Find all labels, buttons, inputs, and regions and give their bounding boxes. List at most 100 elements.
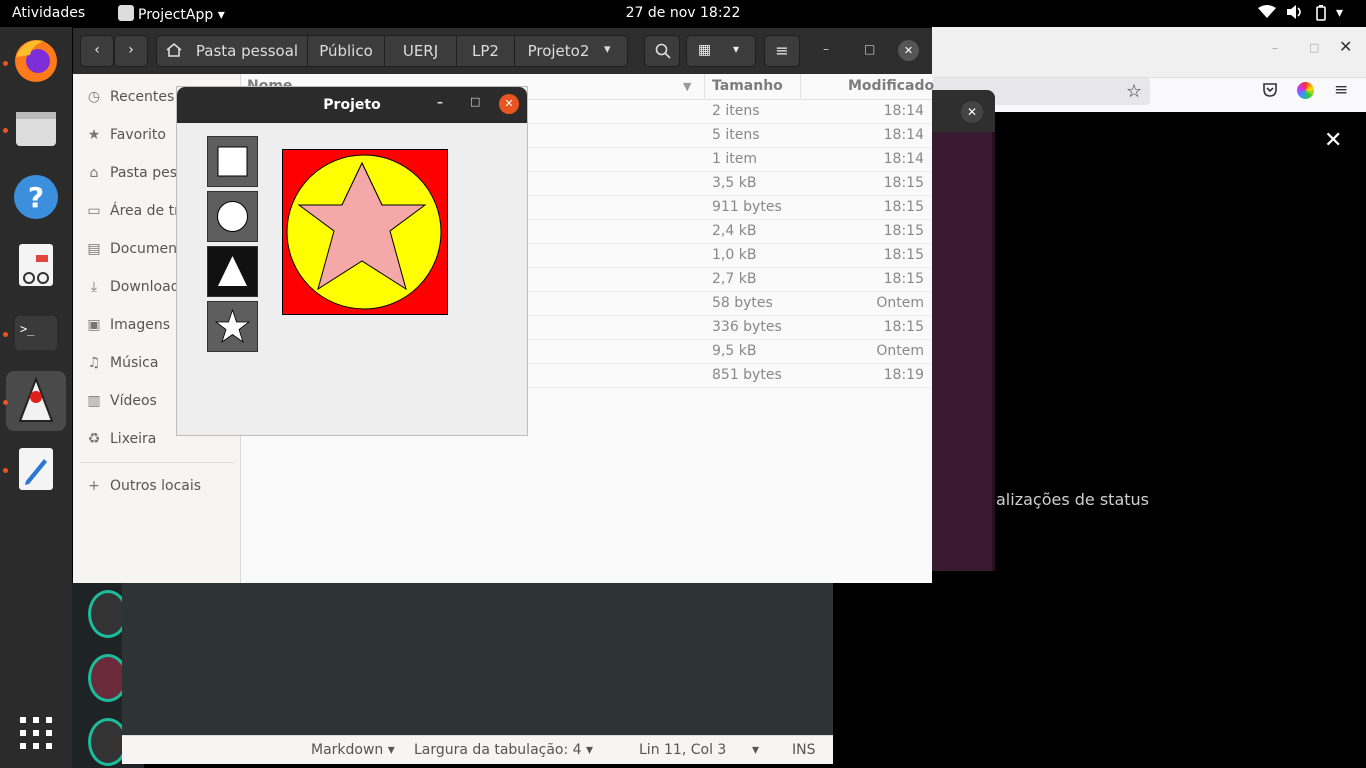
sidebar-item-label: Música <box>110 355 159 371</box>
breadcrumb-item[interactable]: UERJ <box>385 35 457 67</box>
help-icon[interactable]: ? <box>6 167 66 227</box>
sidebar-item-imagens[interactable]: ▣ Imagens <box>86 317 170 333</box>
minimize-icon[interactable]: – <box>823 42 829 56</box>
browser-close-icon[interactable]: ✕ <box>1339 37 1352 56</box>
close-icon[interactable]: ✕ <box>898 40 919 61</box>
sidebar-item-label: Imagens <box>110 317 171 333</box>
sidebar-item-label: Vídeos <box>110 393 157 409</box>
show-apps-icon[interactable] <box>6 703 66 763</box>
breadcrumb-item[interactable]: Projeto2 <box>515 35 602 67</box>
file-modified: 18:14 <box>883 127 924 143</box>
file-size: 9,5 kB <box>712 343 757 359</box>
sidebar-item-recentes[interactable]: ◷ Recentes <box>86 89 174 105</box>
back-button[interactable]: ‹ <box>80 35 114 67</box>
sidebar-item-label: Pasta pes <box>110 165 177 181</box>
pocket-icon[interactable] <box>1262 82 1278 102</box>
wifi-icon[interactable] <box>1258 5 1276 23</box>
language-selector[interactable]: Markdown ▾ <box>311 742 395 758</box>
column-header-size[interactable]: Tamanho <box>712 78 783 94</box>
breadcrumb-item[interactable]: Pasta pessoal <box>187 35 308 67</box>
hamburger-menu-icon: ≡ <box>775 41 789 60</box>
running-indicator <box>3 468 8 473</box>
file-size: 2 itens <box>712 103 760 119</box>
running-indicator <box>3 128 8 133</box>
sidebar-item-videos[interactable]: ▥ Vídeos <box>86 393 157 409</box>
home-icon[interactable] <box>166 42 182 62</box>
video-icon: ▥ <box>87 393 101 409</box>
file-size: 2,4 kB <box>712 223 757 239</box>
grid-icon: ▦ <box>698 42 712 58</box>
plus-icon: + <box>88 478 100 494</box>
dialog-panel <box>932 130 995 571</box>
svg-text:?: ? <box>28 181 44 214</box>
browser-minimize-icon[interactable]: – <box>1272 41 1278 55</box>
text-editor-area[interactable] <box>122 583 833 735</box>
breadcrumb-item[interactable]: Público <box>308 35 385 67</box>
document-viewer-icon[interactable] <box>6 235 66 295</box>
file-size: 5 itens <box>712 127 760 143</box>
sidebar-item-lixeira[interactable]: ♻ Lixeira <box>86 431 157 447</box>
file-size: 1,0 kB <box>712 247 757 263</box>
column-divider <box>704 74 705 100</box>
close-icon[interactable]: ✕ <box>499 94 519 114</box>
chevron-left-icon: ‹ <box>94 42 100 58</box>
system-menu-chevron-icon[interactable]: ▾ <box>1336 5 1343 21</box>
sidebar-divider <box>80 462 234 463</box>
color-extension-icon[interactable] <box>1297 82 1314 99</box>
files-icon[interactable] <box>6 99 66 159</box>
clock[interactable]: 27 de nov 18:22 <box>0 5 1366 21</box>
file-modified: 18:14 <box>883 103 924 119</box>
sidebar-item-outros-locais[interactable]: + Outros locais <box>86 478 201 494</box>
sidebar-item-favorito[interactable]: ★ Favorito <box>86 127 166 143</box>
chevron-down-icon: ▾ <box>733 42 740 56</box>
column-header-modified[interactable]: Modificado <box>848 78 934 94</box>
circle-tool-button[interactable] <box>207 191 258 242</box>
chevron-down-icon[interactable]: ▾ <box>752 742 759 758</box>
sidebar-item-downloads[interactable]: ⤓ Download <box>86 279 180 295</box>
tab-width-selector[interactable]: Largura da tabulação: 4 ▾ <box>414 742 593 758</box>
text-editor-icon[interactable] <box>6 439 66 499</box>
file-modified: 18:15 <box>883 271 924 287</box>
browser-maximize-icon[interactable]: □ <box>1309 41 1319 54</box>
bookmark-star-icon[interactable]: ☆ <box>1126 81 1142 102</box>
tab-width-label: Largura da tabulação: 4 <box>414 742 582 758</box>
maximize-icon[interactable]: □ <box>470 95 480 108</box>
circle-icon <box>217 201 248 232</box>
menu-button[interactable]: ≡ <box>764 35 800 67</box>
hamburger-menu-icon[interactable]: ≡ <box>1334 80 1348 100</box>
sidebar-item-documentos[interactable]: ▤ Documen <box>86 241 177 257</box>
dialog-close-icon[interactable]: ✕ <box>961 101 983 123</box>
running-indicator <box>3 61 8 66</box>
insert-mode[interactable]: INS <box>792 742 816 758</box>
file-modified: Ontem <box>876 295 924 311</box>
search-icon <box>655 43 671 59</box>
view-toggle[interactable]: ▦ ▾ <box>686 35 756 67</box>
file-size: 911 bytes <box>712 199 782 215</box>
drawing-canvas[interactable] <box>282 149 448 315</box>
terminal-icon[interactable]: >_ <box>6 303 66 363</box>
maximize-icon[interactable]: □ <box>864 42 875 56</box>
battery-icon[interactable] <box>1314 5 1328 25</box>
forward-button[interactable]: › <box>114 35 148 67</box>
triangle-tool-button[interactable] <box>207 246 258 297</box>
path-menu-chevron-icon[interactable]: ▾ <box>604 42 611 57</box>
chevron-down-icon: ▾ <box>387 742 395 758</box>
star-tool-button[interactable] <box>207 301 258 352</box>
sidebar-item-pasta-pessoal[interactable]: ⌂ Pasta pes <box>86 165 177 181</box>
firefox-icon[interactable] <box>6 31 66 91</box>
search-button[interactable] <box>644 35 680 67</box>
desktop-icon: ▭ <box>87 203 101 219</box>
file-modified: 18:15 <box>883 199 924 215</box>
sidebar-item-musica[interactable]: ♫ Música <box>86 355 159 371</box>
star-icon <box>214 308 251 344</box>
sidebar-item-area-de-trabalho[interactable]: ▭ Área de tr <box>86 203 180 219</box>
minimize-icon[interactable]: – <box>437 95 443 109</box>
java-app-icon[interactable] <box>6 371 66 431</box>
overlay-close-icon[interactable]: ✕ <box>1324 128 1342 153</box>
file-modified: 18:14 <box>883 151 924 167</box>
sidebar-item-label: Área de tr <box>110 203 180 219</box>
square-tool-button[interactable] <box>207 136 258 187</box>
volume-icon[interactable] <box>1286 5 1304 23</box>
breadcrumb-item[interactable]: LP2 <box>457 35 515 67</box>
cursor-position[interactable]: Lin 11, Col 3 <box>639 742 726 758</box>
